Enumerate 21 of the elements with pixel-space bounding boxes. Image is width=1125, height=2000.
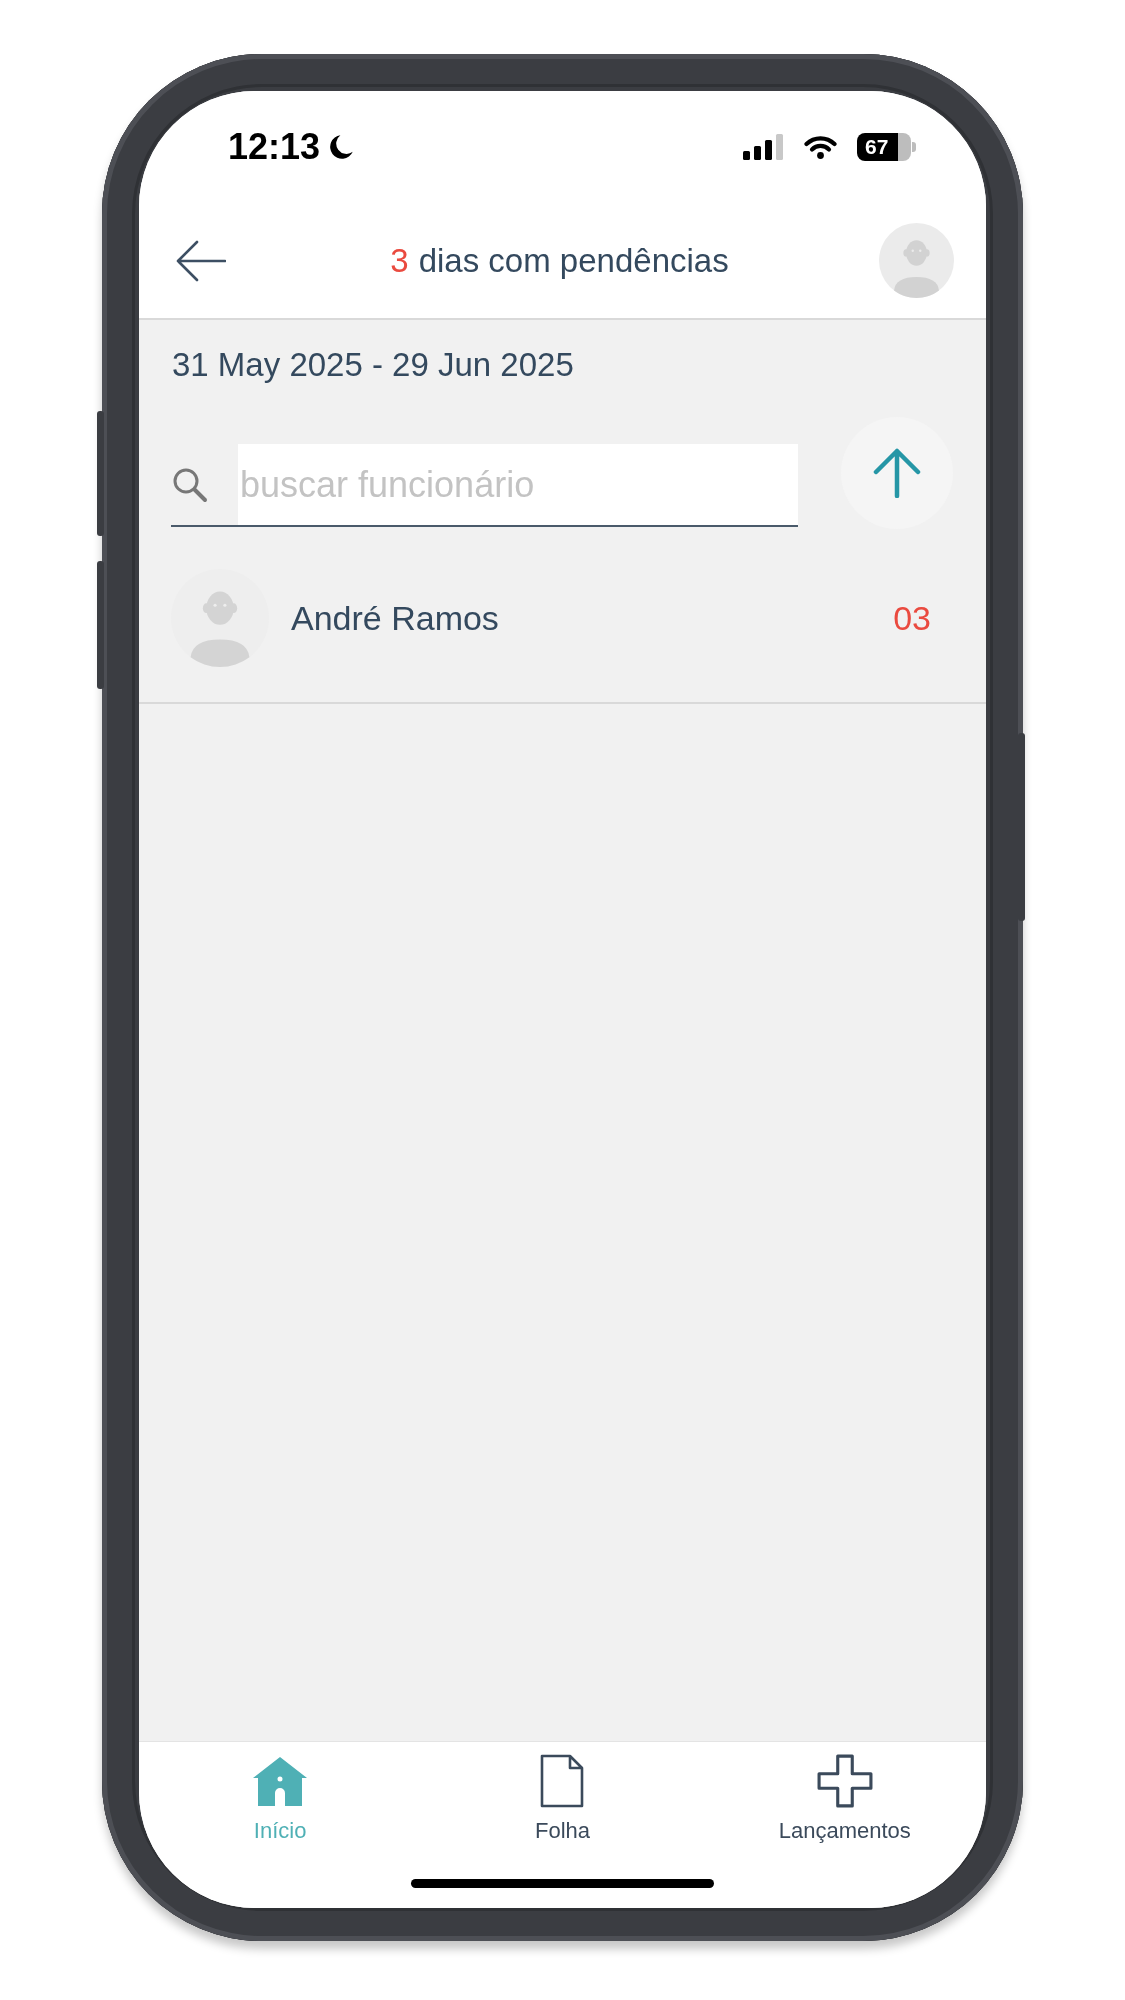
side-button[interactable] <box>97 561 104 689</box>
employee-name: André Ramos <box>291 598 499 638</box>
header-title: dias com pendências <box>418 240 729 281</box>
up-arrow-icon <box>873 448 921 498</box>
pending-days-count: 3 <box>390 240 409 281</box>
search-icon <box>172 466 208 503</box>
status-time: 12:13 <box>228 127 321 167</box>
home-icon <box>252 1754 309 1808</box>
side-button[interactable] <box>1018 733 1025 921</box>
plus-icon <box>816 1754 873 1808</box>
side-button[interactable] <box>97 411 104 536</box>
nav-tab[interactable]: Folha <box>421 1742 704 1845</box>
pending-count: 03 <box>893 598 931 638</box>
wifi-icon <box>804 135 837 159</box>
back-arrow-icon[interactable] <box>176 239 226 282</box>
profile-avatar[interactable] <box>879 223 954 298</box>
nav-tab[interactable]: Lançamentos <box>703 1742 986 1845</box>
date-range: 31 May 2025 - 29 Jun 2025 <box>171 345 575 385</box>
employee-row[interactable]: André Ramos 03 <box>139 529 986 704</box>
signal-icon <box>743 134 784 160</box>
battery-indicator: 67 <box>857 133 916 161</box>
